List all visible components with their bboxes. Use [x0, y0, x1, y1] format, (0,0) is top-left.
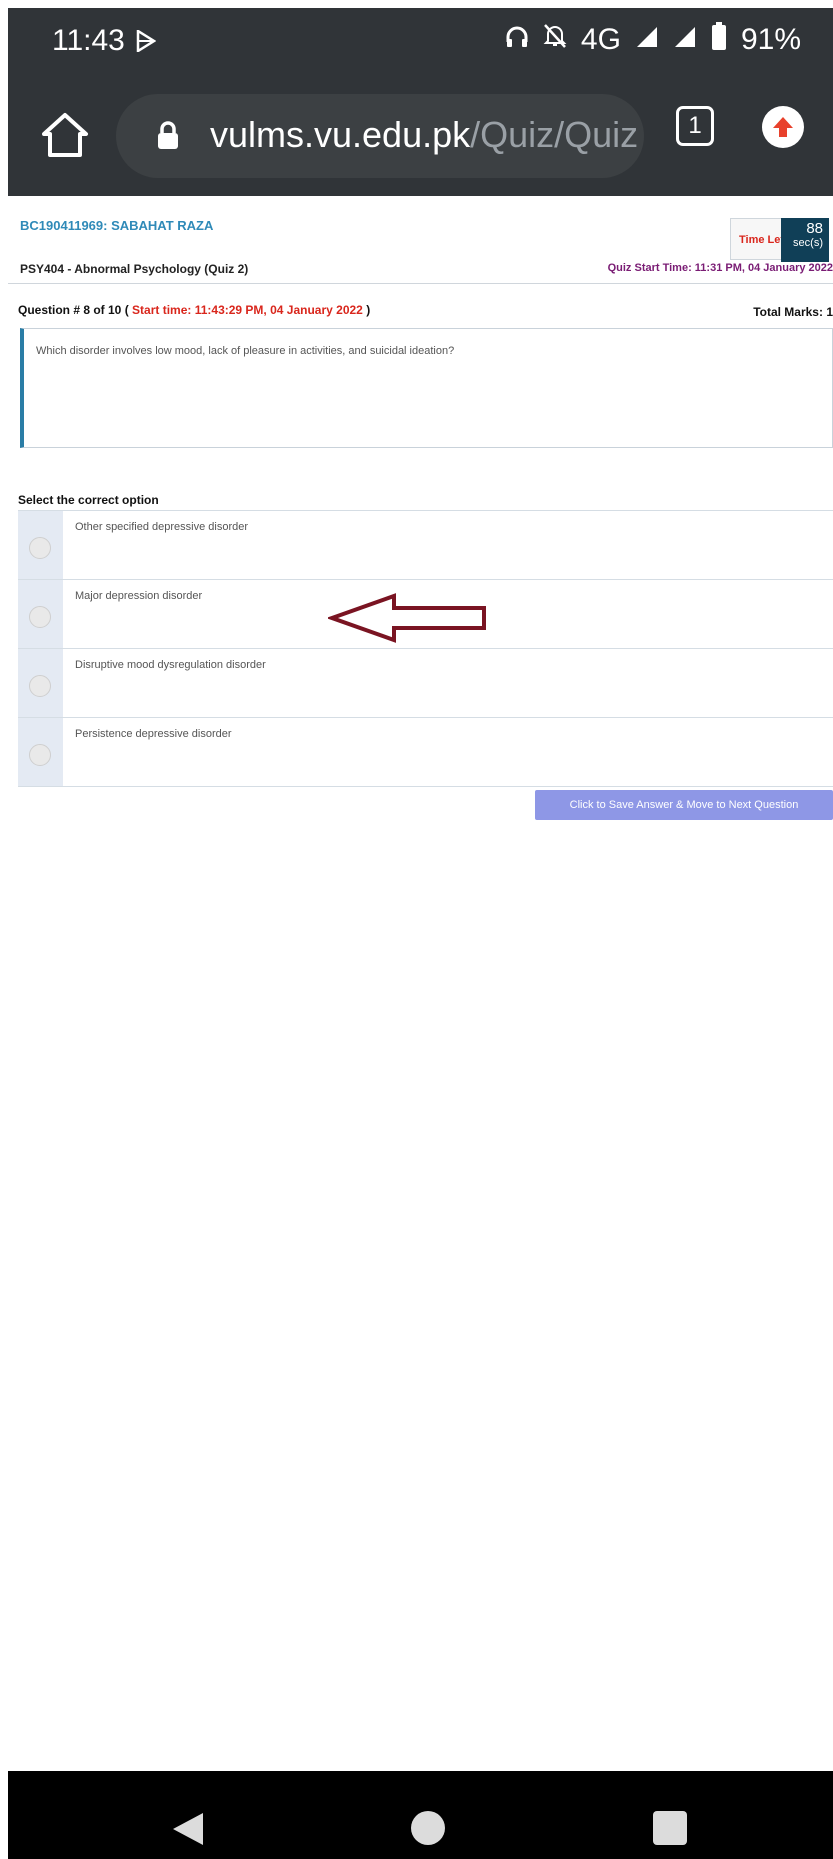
status-icons: 4G 91%: [505, 22, 801, 58]
select-option-label: Select the correct option: [18, 493, 159, 507]
time-left-value: 88: [806, 220, 823, 237]
home-circle-icon[interactable]: [411, 1811, 445, 1845]
navigation-bar: [8, 1771, 833, 1859]
update-button[interactable]: [762, 106, 804, 148]
network-type: 4G: [580, 23, 621, 56]
url-path: /Quiz/Quiz: [470, 114, 639, 155]
quiz-start-time: Quiz Start Time: 11:31 PM, 04 January 20…: [607, 262, 833, 274]
options-list: Other specified depressive disorder Majo…: [18, 510, 833, 787]
question-box: Which disorder involves low mood, lack o…: [20, 328, 833, 448]
url-host: vulms.vu.edu.pk: [210, 114, 471, 155]
question-start-time: Start time: 11:43:29 PM, 04 January 2022: [132, 303, 363, 317]
url-text: vulms.vu.edu.pk/Quiz/Quiz: [210, 114, 638, 156]
signal-icon-2: [673, 23, 697, 57]
save-next-button[interactable]: Click to Save Answer & Move to Next Ques…: [535, 790, 833, 820]
radio-cell: [18, 580, 63, 648]
total-marks: Total Marks: 1: [753, 305, 833, 319]
option-label: Major depression disorder: [75, 590, 203, 602]
radio-cell: [18, 649, 63, 717]
radio-button[interactable]: [29, 606, 51, 628]
quiz-page: BC190411969: SABAHAT RAZA PSY404 - Abnor…: [8, 196, 833, 1771]
radio-cell: [18, 718, 63, 786]
address-bar[interactable]: vulms.vu.edu.pk/Quiz/Quiz: [116, 94, 644, 178]
option-1[interactable]: Other specified depressive disorder: [18, 511, 833, 580]
battery-level: 91%: [740, 23, 801, 56]
radio-button[interactable]: [29, 537, 51, 559]
question-text: Which disorder involves low mood, lack o…: [36, 345, 455, 357]
quiz-header: BC190411969: SABAHAT RAZA PSY404 - Abnor…: [8, 204, 833, 284]
question-prefix: Question # 8 of 10 (: [18, 303, 129, 317]
browser-toolbar: vulms.vu.edu.pk/Quiz/Quiz 1: [8, 76, 833, 196]
back-icon[interactable]: [171, 1811, 205, 1851]
option-4[interactable]: Persistence depressive disorder: [18, 718, 833, 787]
timer-box: Time Left 88 sec(s): [730, 218, 829, 262]
signal-icon: [635, 23, 659, 57]
left-arrow-icon: [326, 592, 488, 648]
option-label: Other specified depressive disorder: [75, 521, 249, 533]
clock: 11:43: [52, 24, 125, 57]
radio-button[interactable]: [29, 744, 51, 766]
option-label: Persistence depressive disorder: [75, 728, 232, 740]
tab-switcher-button[interactable]: 1: [676, 106, 714, 146]
bell-muted-icon: [543, 23, 567, 57]
student-id: BC190411969: SABAHAT RAZA: [20, 218, 214, 233]
radio-button[interactable]: [29, 675, 51, 697]
battery-icon: [711, 22, 727, 58]
question-number: Question # 8 of 10 ( Start time: 11:43:2…: [18, 303, 370, 317]
home-icon[interactable]: [36, 106, 94, 164]
play-store-icon: [136, 28, 157, 56]
headphones-icon: [505, 23, 529, 57]
option-label: Disruptive mood dysregulation disorder: [75, 659, 266, 671]
lock-icon: [156, 120, 180, 154]
course-title: PSY404 - Abnormal Psychology (Quiz 2): [20, 262, 249, 276]
radio-cell: [18, 511, 63, 579]
option-3[interactable]: Disruptive mood dysregulation disorder: [18, 649, 833, 718]
recents-icon[interactable]: [653, 1811, 687, 1845]
status-bar: 11:43 4G 91%: [8, 8, 833, 76]
timer-counter: 88 sec(s): [781, 218, 829, 262]
question-suffix: ): [366, 303, 371, 317]
time-left-unit: sec(s): [793, 237, 823, 249]
phone-screen: 11:43 4G 91% vulms.vu.edu.pk/Quiz/Quiz 1…: [8, 8, 833, 1859]
